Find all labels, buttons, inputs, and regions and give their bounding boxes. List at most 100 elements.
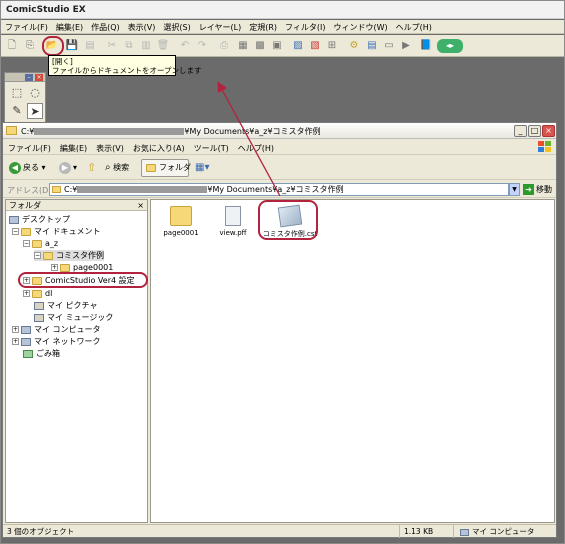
expand-icon[interactable]: + <box>51 264 58 271</box>
tree-item-my-pictures[interactable]: マイ ピクチャ <box>34 300 97 311</box>
tree-item-dl[interactable]: + dl <box>23 288 52 299</box>
tree-label: マイ ドキュメント <box>34 227 101 236</box>
maximize-button[interactable]: □ <box>528 125 541 137</box>
undo-icon[interactable]: ↶ <box>178 39 192 53</box>
save-icon[interactable]: 💾 <box>65 39 79 53</box>
menu-work[interactable]: 作品(Q) <box>87 20 124 34</box>
expand-icon[interactable]: + <box>23 290 30 297</box>
address-prefix: C:¥ <box>64 185 78 194</box>
status-location: マイ コンピュータ <box>453 525 534 538</box>
ex-menu-help[interactable]: ヘルプ(H) <box>233 140 278 154</box>
forward-button[interactable]: ▶ ▾ <box>59 160 77 176</box>
collapse-icon[interactable]: − <box>12 228 19 235</box>
comicstudio-title: ComicStudio EX <box>1 1 564 19</box>
close-button[interactable]: × <box>542 125 555 137</box>
search-label: 検索 <box>113 163 130 172</box>
file-item-page0001[interactable]: page0001 <box>153 206 209 237</box>
grid-icon[interactable]: ⊞ <box>325 39 339 53</box>
folder-pane-header: フォルダ × <box>6 200 147 211</box>
menu-file[interactable]: ファイル(F) <box>1 20 52 34</box>
tree-item-my-computer[interactable]: + マイ コンピュータ <box>12 324 101 335</box>
minimize-button[interactable]: _ <box>514 125 527 137</box>
palette-minimize-icon[interactable]: – <box>25 74 33 81</box>
redo-icon[interactable]: ↷ <box>195 39 209 53</box>
folder-open-icon <box>43 251 53 260</box>
tree-item-my-documents[interactable]: − マイ ドキュメント <box>12 226 101 237</box>
arrows-icon[interactable]: ◂▸ <box>437 39 463 53</box>
tree-label: page0001 <box>73 263 114 272</box>
palette-close-icon[interactable]: × <box>35 74 43 81</box>
ex-menu-view[interactable]: 表示(V) <box>91 140 128 154</box>
views-icon[interactable]: ▦▾ <box>195 160 209 176</box>
file-item-view-pff[interactable]: view.pff <box>205 206 261 237</box>
print-icon[interactable]: ⎙ <box>217 39 231 53</box>
palette-titlebar[interactable]: – × <box>5 73 45 82</box>
my-music-icon <box>34 313 44 322</box>
pen-tool-icon[interactable]: ✎ <box>9 103 25 119</box>
ex-menu-favorites[interactable]: お気に入り(A) <box>128 140 189 154</box>
menu-filter[interactable]: フィルタ(I) <box>281 20 329 34</box>
highlight-settings-circle <box>18 272 148 288</box>
story-view-icon[interactable]: ▣ <box>270 39 284 53</box>
folders-button[interactable]: フォルダ <box>141 159 191 177</box>
marquee-tool-icon[interactable]: ⬚ <box>9 85 25 101</box>
delete-icon[interactable]: 🗑 <box>156 39 170 53</box>
cut-icon[interactable]: ✂ <box>105 39 119 53</box>
folder-icon <box>6 126 17 135</box>
lasso-tool-icon[interactable]: ◌ <box>27 85 43 101</box>
menu-window[interactable]: ウィンドウ(W) <box>329 20 391 34</box>
play-icon[interactable]: ▶ <box>399 39 413 53</box>
menu-layer[interactable]: レイヤー(L) <box>195 20 245 34</box>
address-redacted <box>77 186 208 193</box>
collapse-icon[interactable]: − <box>34 252 41 259</box>
folder-pane-title: フォルダ <box>9 201 41 210</box>
address-dropdown-icon[interactable]: ▼ <box>509 183 520 196</box>
explorer-titlebar[interactable]: C:¥ ¥My Documents¥a_z¥コミスタ作例 _ □ × <box>3 123 556 139</box>
search-button[interactable]: ⌕ 検索 <box>105 160 129 176</box>
expand-icon[interactable]: + <box>12 338 19 345</box>
tree-item-a-z[interactable]: − a_z <box>23 238 58 249</box>
color-icon[interactable]: ▧ <box>308 39 322 53</box>
page-view-icon[interactable]: ▦ <box>236 39 250 53</box>
save-as-icon[interactable]: ▤ <box>83 39 97 53</box>
tree-item-my-network[interactable]: + マイ ネットワーク <box>12 336 101 347</box>
folder-icon <box>32 239 42 248</box>
help-book-icon[interactable]: 📘 <box>419 39 433 53</box>
tree-item-comista-example[interactable]: − コミスタ作例 <box>34 250 104 261</box>
paste-icon[interactable]: ▥ <box>139 39 153 53</box>
menu-ruler[interactable]: 定規(R) <box>245 20 281 34</box>
tree-item-desktop[interactable]: デスクトップ <box>9 214 70 225</box>
my-computer-icon <box>21 325 31 334</box>
tree-item-my-music[interactable]: マイ ミュージック <box>34 312 113 323</box>
up-folder-icon[interactable]: ⇧ <box>87 160 96 176</box>
spread-view-icon[interactable]: ▩ <box>253 39 267 53</box>
pointer-tool-icon[interactable]: ➤ <box>27 103 43 119</box>
material-icon[interactable]: ▨ <box>291 39 305 53</box>
menu-select[interactable]: 選択(S) <box>159 20 194 34</box>
collapse-icon[interactable]: − <box>23 240 30 247</box>
copy-icon[interactable]: ⧉ <box>122 39 136 53</box>
ex-menu-edit[interactable]: 編集(E) <box>55 140 91 154</box>
expand-icon[interactable]: + <box>12 326 19 333</box>
ex-menu-tools[interactable]: ツール(T) <box>189 140 233 154</box>
tree-item-recycle-bin[interactable]: ごみ箱 <box>23 348 60 359</box>
menu-view[interactable]: 表示(V) <box>124 20 160 34</box>
navigator-icon[interactable]: ▭ <box>382 39 396 53</box>
file-label: view.pff <box>219 229 247 237</box>
open-tooltip: [開く] ファイルからドキュメントをオープンします <box>48 55 202 76</box>
menu-edit[interactable]: 編集(E) <box>52 20 87 34</box>
tool-settings-icon[interactable]: ⚙ <box>347 39 361 53</box>
new-document-icon[interactable]: 🗋 <box>5 39 19 53</box>
address-input[interactable]: C:¥ ¥My Documents¥a_z¥コミスタ作例 <box>49 183 509 196</box>
folder-pane-close-icon[interactable]: × <box>137 200 144 211</box>
tooltip-title: [開く] <box>52 57 73 66</box>
new-page-icon[interactable]: ⎘ <box>23 39 37 53</box>
address-suffix: ¥My Documents¥a_z¥コミスタ作例 <box>207 185 344 194</box>
menu-help[interactable]: ヘルプ(H) <box>392 20 436 34</box>
back-button[interactable]: ◀ 戻る ▾ <box>9 160 46 176</box>
tree-label: デスクトップ <box>22 215 70 224</box>
ex-menu-file[interactable]: ファイル(F) <box>3 140 55 154</box>
layer-window-icon[interactable]: ▤ <box>365 39 379 53</box>
go-button[interactable]: ➜ 移動 <box>523 184 552 195</box>
tool-palette: – × ⬚ ◌ ✎ ➤ <box>4 72 46 126</box>
